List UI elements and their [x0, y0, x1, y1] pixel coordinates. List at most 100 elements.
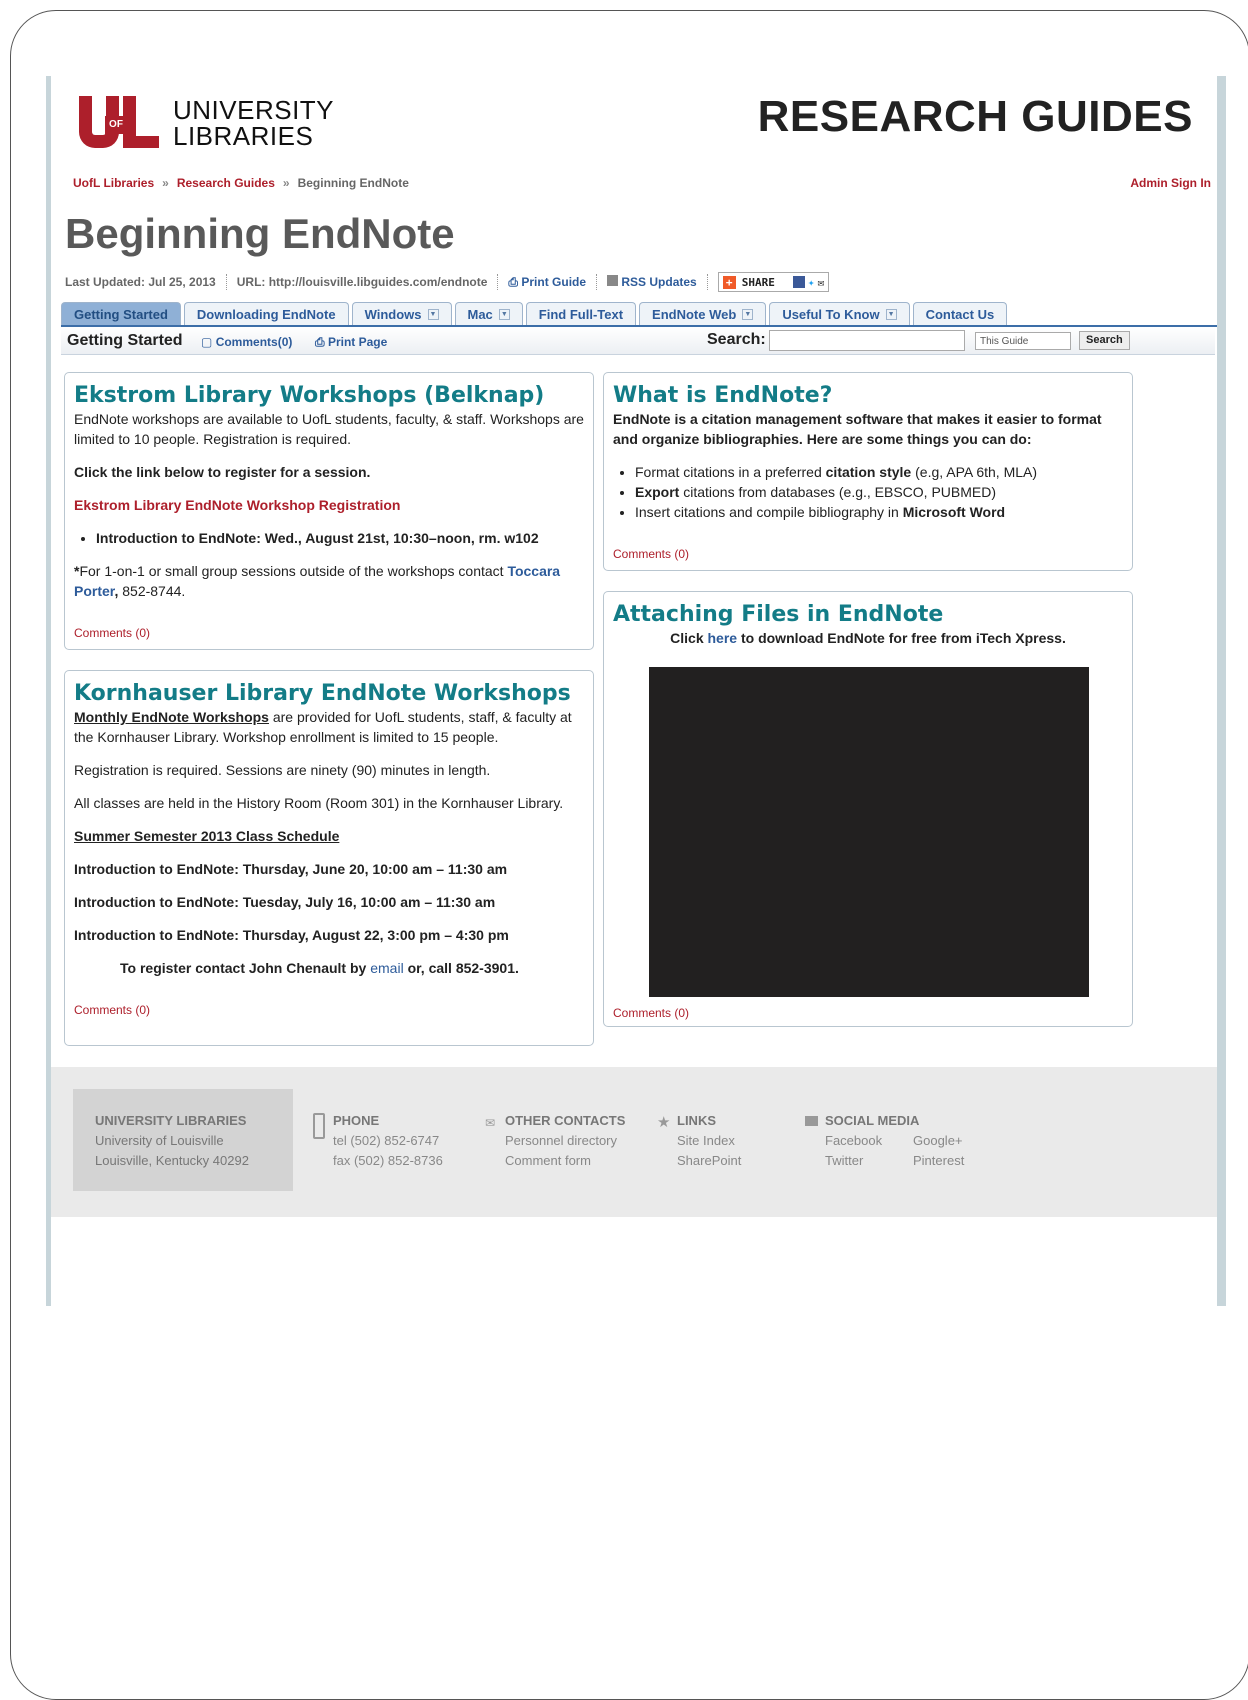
- speech-bubble-icon: [805, 1116, 818, 1126]
- last-updated: Last Updated: Jul 25, 2013: [65, 275, 216, 289]
- admin-sign-in-link[interactable]: Admin Sign In: [1130, 176, 1211, 190]
- phone-icon: [313, 1113, 325, 1139]
- list-item: Format citations in a preferred citation…: [635, 462, 1123, 482]
- facebook-link[interactable]: Facebook: [825, 1131, 913, 1151]
- tab-endnote-web[interactable]: EndNote Web ▼: [639, 302, 767, 326]
- search-scope-field[interactable]: [975, 332, 1071, 350]
- dropdown-icon[interactable]: ▼: [742, 309, 754, 320]
- ekstrom-sessions: Introduction to EndNote: Wed., August 21…: [74, 528, 584, 548]
- schedule-heading: Summer Semester 2013 Class Schedule: [74, 828, 340, 844]
- box-attaching-files: Attaching Files in EndNote Click here to…: [603, 591, 1133, 1027]
- breadcrumb-uofl-libraries[interactable]: UofL Libraries: [73, 176, 154, 190]
- dropdown-icon[interactable]: ▼: [885, 309, 897, 320]
- twitter-icon: ✦: [807, 275, 815, 289]
- share-plus-icon: +: [722, 275, 736, 289]
- rss-icon: [607, 275, 619, 286]
- rss-updates-link[interactable]: RSS Updates: [607, 275, 697, 289]
- facebook-icon: [792, 276, 805, 288]
- tab-contact-us[interactable]: Contact Us: [912, 302, 1008, 326]
- list-item: Export citations from databases (e.g., E…: [635, 482, 1123, 502]
- box-ekstrom-workshops: Ekstrom Library Workshops (Belknap) EndN…: [64, 372, 594, 650]
- comments-link[interactable]: Comments (0): [74, 623, 584, 643]
- kornhauser-location: All classes are held in the History Room…: [74, 795, 564, 811]
- box-what-is-endnote: What is EndNote? EndNote is a citation m…: [603, 372, 1133, 571]
- kornhauser-registration: Registration is required. Sessions are n…: [74, 762, 491, 778]
- email-icon: ✉: [817, 275, 825, 289]
- list-item: Introduction to EndNote: Wed., August 21…: [96, 528, 584, 548]
- logo-mark-text: OF: [105, 116, 127, 134]
- box-title: Kornhauser Library EndNote Workshops: [74, 681, 571, 706]
- footer-address-heading: UNIVERSITY LIBRARIES: [95, 1113, 247, 1128]
- comments-link[interactable]: Comments (0): [613, 544, 1123, 564]
- schedule-item: Introduction to EndNote: Tuesday, July 1…: [74, 894, 496, 910]
- email-link[interactable]: email: [370, 960, 403, 976]
- star-icon: ★: [657, 1114, 671, 1131]
- footer-social-media: SOCIAL MEDIA Facebook Google+ Twitter Pint…: [805, 1111, 1045, 1171]
- print-guide-link[interactable]: ⎙ Print Guide: [508, 275, 586, 290]
- site-index-link[interactable]: Site Index: [677, 1131, 741, 1151]
- guide-title: Beginning EndNote: [65, 210, 455, 257]
- logo-text-line1: UNIVERSITY: [173, 95, 335, 125]
- comments-link[interactable]: Comments (0): [613, 1003, 689, 1023]
- breadcrumb-separator: »: [162, 176, 169, 190]
- breadcrumb: UofL Libraries » Research Guides » Beginning…: [73, 176, 409, 190]
- uofl-libraries-logo[interactable]: OF UNIVERSITY LIBRARIES: [79, 96, 334, 150]
- uofl-logo-mark: OF: [79, 96, 163, 150]
- what-intro: EndNote is a citation management softwar…: [613, 411, 1102, 447]
- logo-text-line2: LIBRARIES: [173, 121, 314, 151]
- breadcrumb-research-guides[interactable]: Research Guides: [177, 176, 275, 190]
- print-page-link[interactable]: ⎙ Print Page: [315, 335, 387, 350]
- mail-icon: ✉: [485, 1116, 496, 1130]
- page-title: Getting Started: [67, 332, 183, 349]
- box-kornhauser-workshops: Kornhauser Library EndNote Workshops Mon…: [64, 670, 594, 1046]
- kornhauser-intro: Monthly EndNote Workshops are provided f…: [74, 709, 572, 745]
- box-title: What is EndNote?: [613, 383, 833, 408]
- footer-links: ★ LINKS Site Index SharePoint: [657, 1111, 741, 1171]
- schedule-item: Introduction to EndNote: Thursday, June …: [74, 861, 508, 877]
- guide-url: URL: http://louisville.libguides.com/end…: [236, 275, 488, 289]
- ekstrom-registration-link[interactable]: Ekstrom Library EndNote Workshop Registr…: [74, 495, 584, 515]
- twitter-link[interactable]: Twitter: [825, 1151, 913, 1171]
- monthly-workshops-link[interactable]: Monthly EndNote Workshops: [74, 709, 269, 725]
- personnel-directory-link[interactable]: Personnel directory: [505, 1131, 625, 1151]
- ekstrom-contact: *For 1-on-1 or small group sessions outs…: [74, 563, 561, 599]
- list-item: Insert citations and compile bibliograph…: [635, 502, 1123, 522]
- footer-phone: PHONE tel (502) 852-6747 fax (502) 852-8…: [313, 1111, 443, 1171]
- dropdown-icon[interactable]: ▼: [427, 309, 439, 320]
- search-input[interactable]: [769, 330, 965, 351]
- tab-mac[interactable]: Mac ▼: [454, 302, 523, 326]
- sharepoint-link[interactable]: SharePoint: [677, 1151, 741, 1171]
- pinterest-link[interactable]: Pinterest: [913, 1151, 964, 1171]
- comment-icon: ▢: [201, 335, 213, 349]
- footer-address-line: Louisville, Kentucky 40292: [95, 1153, 249, 1168]
- video-player[interactable]: [649, 667, 1089, 997]
- comments-link[interactable]: Comments (0): [74, 1000, 584, 1020]
- ekstrom-intro: EndNote workshops are available to UofL …: [74, 411, 584, 447]
- box-title: Attaching Files in EndNote: [613, 602, 944, 627]
- footer-address: UNIVERSITY LIBRARIES University of Louis…: [73, 1089, 293, 1191]
- box-title: Ekstrom Library Workshops (Belknap): [74, 383, 545, 408]
- printer-icon: ⎙: [508, 274, 519, 289]
- ekstrom-instruction: Click the link below to register for a s…: [74, 464, 371, 480]
- endnote-features: Format citations in a preferred citation…: [613, 462, 1123, 522]
- guide-tabs: Getting Started Downloading EndNote Wind…: [61, 302, 1010, 326]
- download-instruction: Click here to download EndNote for free …: [670, 630, 1066, 646]
- tab-getting-started[interactable]: Getting Started: [61, 302, 181, 326]
- tab-find-full-text[interactable]: Find Full-Text: [525, 302, 637, 326]
- here-link[interactable]: here: [708, 630, 738, 646]
- tab-useful-to-know[interactable]: Useful To Know ▼: [769, 302, 910, 326]
- footer-address-line: University of Louisville: [95, 1133, 224, 1148]
- schedule-item: Introduction to EndNote: Thursday, Augus…: [74, 927, 509, 943]
- tab-downloading-endnote[interactable]: Downloading EndNote: [183, 302, 349, 326]
- dropdown-icon[interactable]: ▼: [498, 309, 510, 320]
- page: OF UNIVERSITY LIBRARIES RESEARCH GUIDES …: [46, 76, 1226, 1306]
- guide-meta-bar: Last Updated: Jul 25, 2013 URL: http://l…: [65, 272, 830, 292]
- logo-text: UNIVERSITY LIBRARIES: [173, 97, 334, 149]
- tab-windows[interactable]: Windows ▼: [351, 302, 452, 326]
- comment-form-link[interactable]: Comment form: [505, 1151, 625, 1171]
- search-button[interactable]: Search: [1079, 331, 1130, 350]
- share-button[interactable]: + SHARE ✦ ✉: [717, 272, 830, 292]
- breadcrumb-separator: »: [282, 176, 290, 190]
- page-comments-link[interactable]: ▢ Comments(0): [201, 335, 292, 349]
- googleplus-link[interactable]: Google+: [913, 1131, 963, 1151]
